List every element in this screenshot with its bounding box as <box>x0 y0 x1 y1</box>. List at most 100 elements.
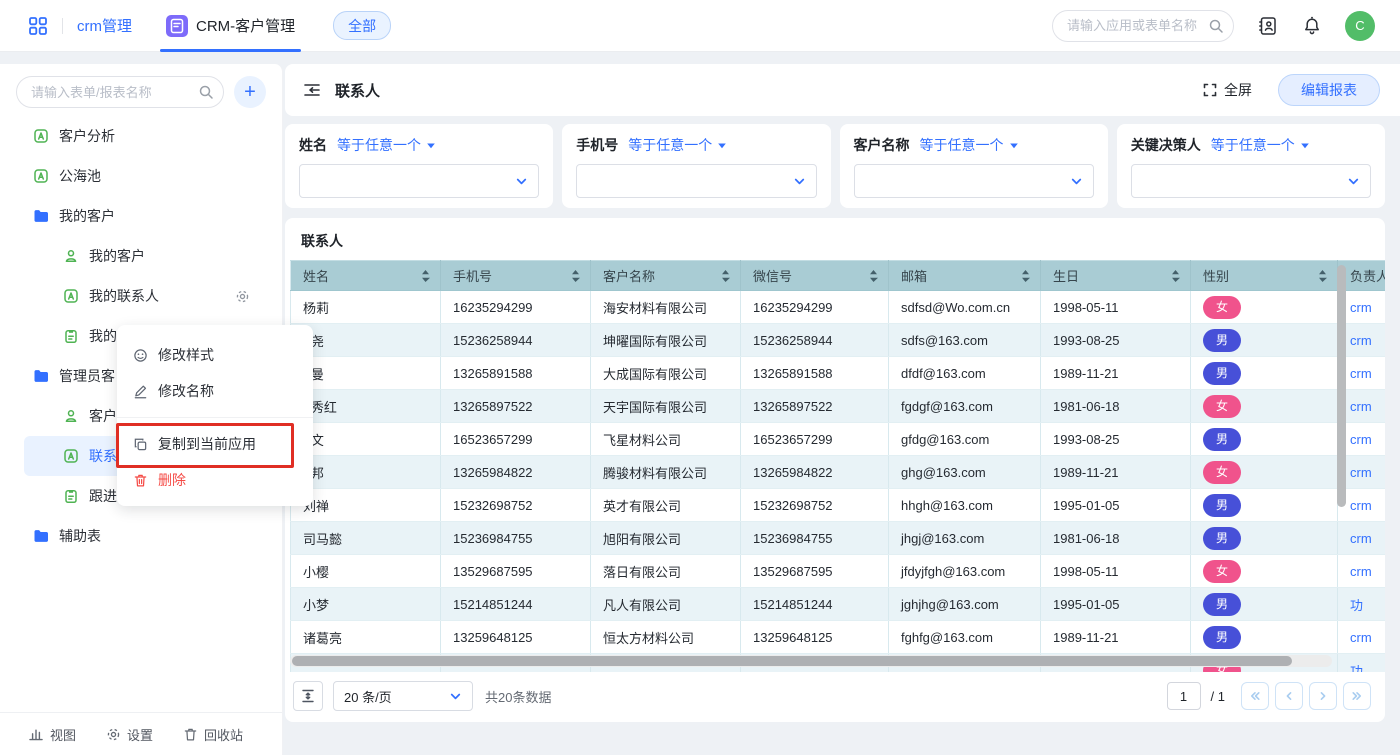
first-page-button[interactable] <box>1241 682 1269 710</box>
table-row[interactable]: 杨莉16235294299海安材料有限公司16235294299sdfsd@Wo… <box>291 291 1386 324</box>
collapse-sidebar-icon[interactable] <box>303 82 321 98</box>
filter-value-select[interactable] <box>1131 164 1371 198</box>
sidebar-item-label: 我的客户 <box>89 246 145 266</box>
workspace-link[interactable]: crm管理 <box>77 15 132 36</box>
copy-icon <box>133 437 148 452</box>
cell-gender: 女 <box>1191 291 1338 324</box>
column-header-7[interactable]: 性别 <box>1191 261 1338 291</box>
filter-operator-dropdown[interactable]: 等于任意一个 <box>920 135 1019 155</box>
cell-gender: 女 <box>1191 390 1338 423</box>
fullscreen-button[interactable]: 全屏 <box>1202 80 1252 100</box>
search-icon <box>1208 18 1224 34</box>
sidebar-search-input[interactable] <box>16 76 224 108</box>
filter-operator-dropdown[interactable]: 等于任意一个 <box>628 135 727 155</box>
cell-email: sdfsd@Wo.com.cn <box>889 291 1041 324</box>
sidebar-item[interactable]: 辅助表 <box>0 516 282 556</box>
cell-name: □邦 <box>291 456 441 489</box>
form-icon <box>33 168 49 184</box>
cell-phone: 13265891588 <box>441 357 591 390</box>
gender-badge: 男 <box>1203 593 1241 616</box>
menu-item-label: 复制到当前应用 <box>158 434 256 454</box>
row-height-button[interactable] <box>293 681 323 711</box>
sidebar-footer-item[interactable]: 视图 <box>28 725 76 744</box>
table-row[interactable]: 小樱13529687595落日有限公司13529687595jfdyjfgh@1… <box>291 555 1386 588</box>
sidebar-footer-item[interactable]: 回收站 <box>183 725 243 744</box>
menu-item[interactable]: 删除 <box>117 462 313 498</box>
owner-link[interactable]: 功 <box>1350 664 1363 673</box>
scope-filter-pill[interactable]: 全部 <box>333 11 391 40</box>
horizontal-scrollbar-thumb[interactable] <box>292 656 1292 666</box>
pagination-controls: / 1 <box>1167 682 1371 710</box>
vertical-scrollbar-thumb[interactable] <box>1337 265 1346 507</box>
menu-item[interactable]: 复制到当前应用 <box>117 426 313 462</box>
column-header-2[interactable]: 手机号 <box>441 261 591 291</box>
column-header-5[interactable]: 邮箱 <box>889 261 1041 291</box>
prev-page-button[interactable] <box>1275 682 1303 710</box>
owner-link[interactable]: crm <box>1350 432 1372 447</box>
avatar[interactable]: C <box>1345 11 1375 41</box>
owner-link[interactable]: crm <box>1350 300 1372 315</box>
owner-link[interactable]: crm <box>1350 366 1372 381</box>
cell-company: 腾骏材料有限公司 <box>591 456 741 489</box>
column-header-6[interactable]: 生日 <box>1041 261 1191 291</box>
sidebar-item[interactable]: 公海池 <box>0 156 282 196</box>
apps-grid-icon[interactable] <box>28 16 48 36</box>
bell-icon[interactable] <box>1302 16 1322 36</box>
filter-value-select[interactable] <box>854 164 1094 198</box>
add-form-button[interactable]: + <box>234 76 266 108</box>
filter-operator-dropdown[interactable]: 等于任意一个 <box>337 135 436 155</box>
column-header-3[interactable]: 客户名称 <box>591 261 741 291</box>
cell-birthday: 1993-08-25 <box>1041 423 1191 456</box>
owner-link[interactable]: crm <box>1350 498 1372 513</box>
table-row[interactable]: □秀红13265897522天宇国际有限公司13265897522fgdgf@1… <box>291 390 1386 423</box>
footer-item-label: 回收站 <box>204 725 243 744</box>
menu-item[interactable]: 修改名称 <box>117 373 313 409</box>
owner-link[interactable]: crm <box>1350 465 1372 480</box>
gear-icon[interactable] <box>235 289 250 304</box>
sidebar-item[interactable]: 客户分析 <box>0 116 282 156</box>
owner-link[interactable]: crm <box>1350 333 1372 348</box>
column-header-label: 微信号 <box>753 269 792 284</box>
last-page-button[interactable] <box>1343 682 1371 710</box>
cell-name: □秀红 <box>291 390 441 423</box>
owner-link[interactable]: 功 <box>1350 598 1363 613</box>
table-row[interactable]: 小梦15214851244凡人有限公司15214851244jghjhg@163… <box>291 588 1386 621</box>
owner-link[interactable]: crm <box>1350 531 1372 546</box>
edit-report-button[interactable]: 编辑报表 <box>1278 74 1380 106</box>
owner-link[interactable]: crm <box>1350 399 1372 414</box>
style-icon <box>133 348 148 363</box>
table-row[interactable]: □邦13265984822腾骏材料有限公司13265984822ghg@163.… <box>291 456 1386 489</box>
column-header-1[interactable]: 姓名 <box>291 261 441 291</box>
table-row[interactable]: □曼13265891588大成国际有限公司13265891588dfdf@163… <box>291 357 1386 390</box>
cell-wechat: 15236984755 <box>741 522 889 555</box>
page-number-input[interactable] <box>1167 682 1201 710</box>
sidebar-footer-item[interactable]: 设置 <box>106 725 153 744</box>
next-page-button[interactable] <box>1309 682 1337 710</box>
global-search-input[interactable] <box>1052 10 1234 42</box>
page-size-select[interactable]: 20 条/页 <box>333 681 473 711</box>
filter-value-select[interactable] <box>576 164 816 198</box>
sidebar-item[interactable]: 我的联系人 <box>0 276 282 316</box>
table-row[interactable]: □尧15236258944坤曜国际有限公司15236258944sdfs@163… <box>291 324 1386 357</box>
filter-value-select[interactable] <box>299 164 539 198</box>
cell-company: 大成国际有限公司 <box>591 357 741 390</box>
sidebar-item[interactable]: 我的客户 <box>0 236 282 276</box>
filter-operator-dropdown[interactable]: 等于任意一个 <box>1211 135 1310 155</box>
app-tab[interactable]: CRM-客户管理 <box>158 0 303 52</box>
cell-wechat: 13529687595 <box>741 555 889 588</box>
sidebar-item[interactable]: 我的客户 <box>0 196 282 236</box>
cell-gender: 女 <box>1191 456 1338 489</box>
menu-item[interactable]: 修改样式 <box>117 337 313 373</box>
cell-birthday: 1993-08-25 <box>1041 324 1191 357</box>
table-row[interactable]: 刘禅15232698752英才有限公司15232698752hhgh@163.c… <box>291 489 1386 522</box>
chevron-down-icon <box>515 175 528 188</box>
owner-link[interactable]: crm <box>1350 564 1372 579</box>
contacts-icon[interactable] <box>1257 15 1279 37</box>
table-row[interactable]: 诸葛亮13259648125恒太方材料公司13259648125fghfg@16… <box>291 621 1386 654</box>
sort-icon <box>421 269 430 283</box>
main-header: 联系人 全屏 编辑报表 <box>285 64 1400 116</box>
column-header-4[interactable]: 微信号 <box>741 261 889 291</box>
table-row[interactable]: □文16523657299飞星材料公司16523657299gfdg@163.c… <box>291 423 1386 456</box>
owner-link[interactable]: crm <box>1350 630 1372 645</box>
table-row[interactable]: 司马懿15236984755旭阳有限公司15236984755jhgj@163.… <box>291 522 1386 555</box>
